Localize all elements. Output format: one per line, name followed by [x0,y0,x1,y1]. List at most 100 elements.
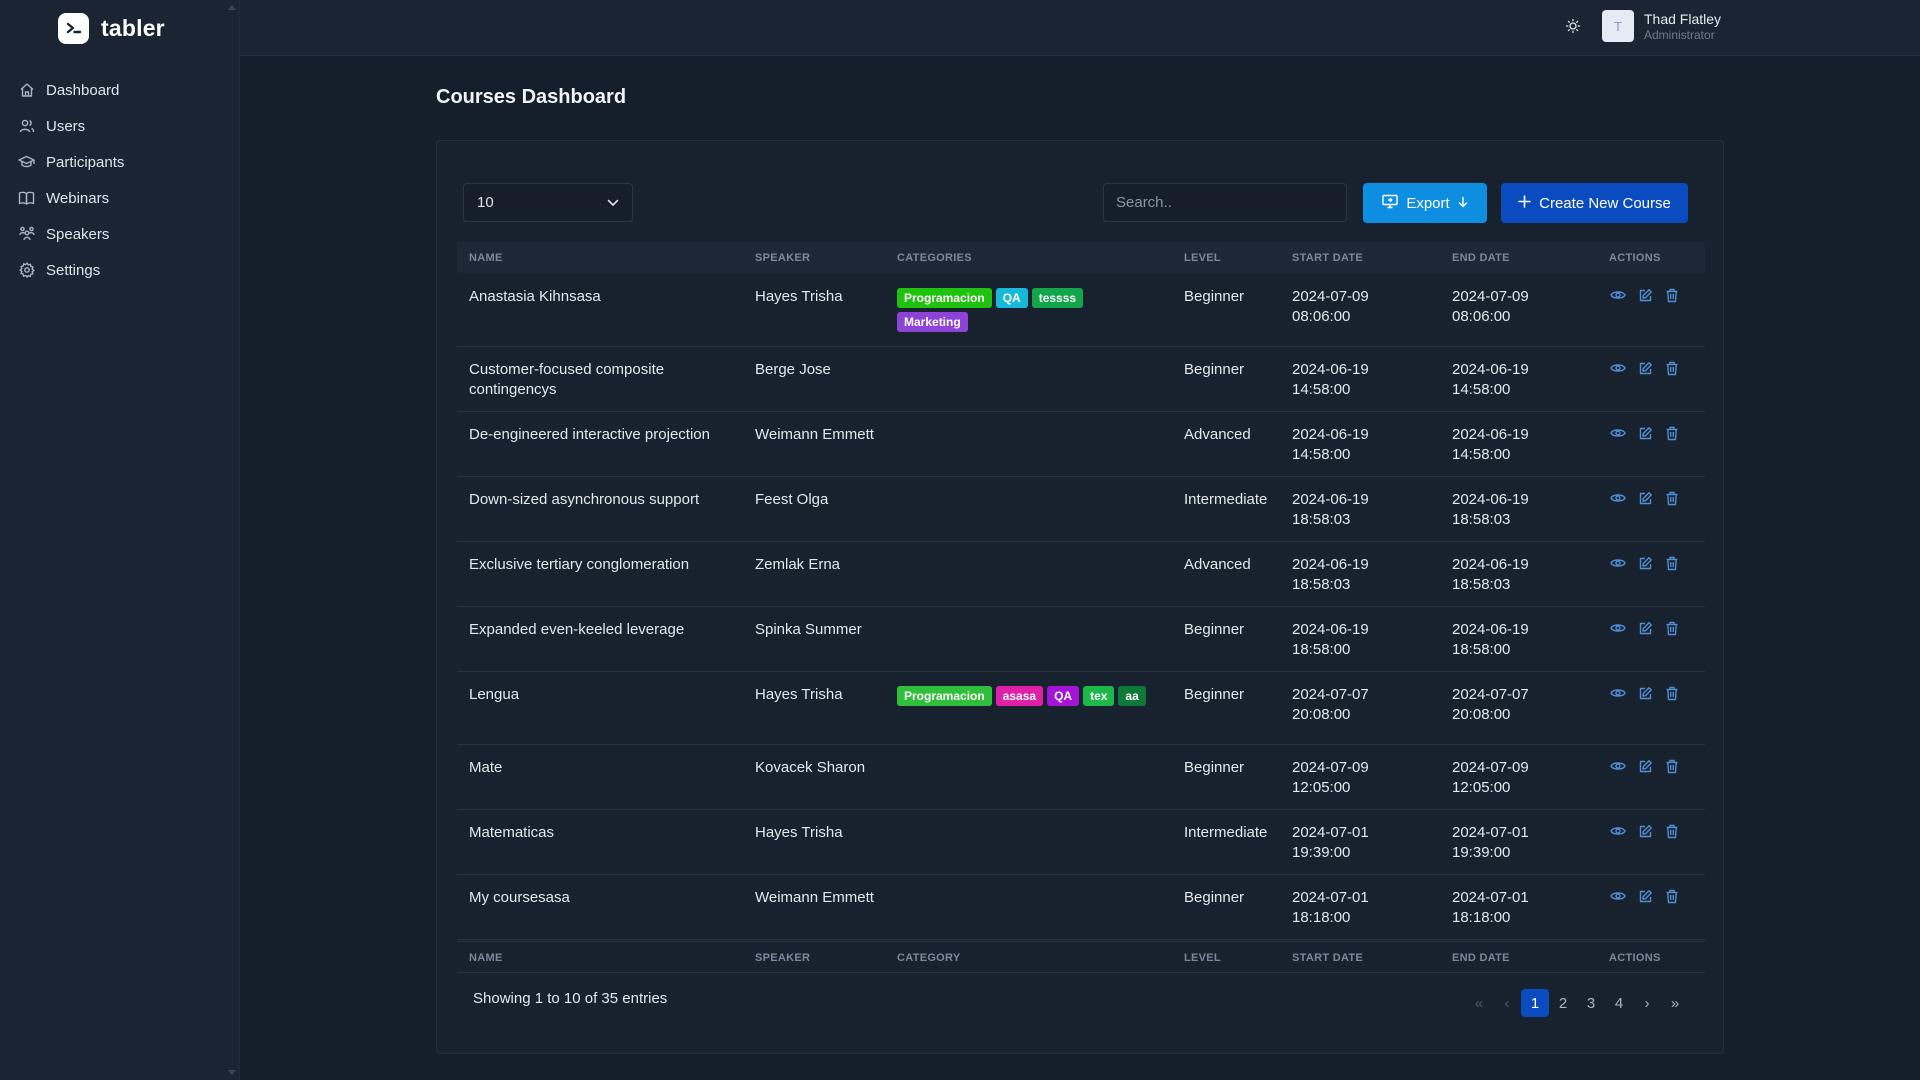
sidebar-item-settings[interactable]: Settings [0,252,240,288]
users-icon [18,118,35,135]
view-eye-icon[interactable] [1609,424,1627,442]
row-actions [1609,286,1681,304]
course-end-date: 2024-07-07 20:08:00 [1452,685,1562,725]
view-eye-icon[interactable] [1609,489,1627,507]
page-button-2[interactable]: 2 [1549,989,1577,1017]
course-name: Customer-focused composite contingencys [469,361,665,398]
first-page-button[interactable]: « [1465,989,1493,1017]
end-time: 12:05:00 [1452,779,1511,796]
export-button[interactable]: Export [1363,183,1487,223]
sidebar-item-participants[interactable]: Participants [0,144,240,180]
footer-column-actions: ACTIONS [1609,952,1661,964]
course-speaker: Berge Jose [755,361,831,378]
plus-icon [1518,194,1531,212]
column-header-level[interactable]: LEVEL [1184,242,1221,274]
sun-icon [1565,18,1581,38]
column-header-speaker[interactable]: SPEAKER [755,242,810,274]
tabler-logo-icon [58,12,89,44]
delete-trash-icon[interactable] [1663,489,1681,507]
arrow-down-icon [1458,195,1468,212]
edit-icon[interactable] [1636,489,1654,507]
start-time: 18:58:03 [1292,576,1351,593]
page-button-3[interactable]: 3 [1577,989,1605,1017]
user-menu[interactable]: T Thad Flatley Administrator [1602,10,1721,42]
sidebar-item-users[interactable]: Users [0,108,240,144]
start-time: 19:39:00 [1292,844,1351,861]
row-actions [1609,554,1681,572]
delete-trash-icon[interactable] [1663,359,1681,377]
delete-trash-icon[interactable] [1663,286,1681,304]
next-page-button[interactable]: › [1633,989,1661,1017]
view-eye-icon[interactable] [1609,822,1627,840]
end-date: 2024-06-19 [1452,491,1529,508]
page-button-4[interactable]: 4 [1605,989,1633,1017]
sidebar-scroll-down[interactable] [228,1070,236,1075]
table-row: Matematicas Hayes Trisha Intermediate 2024-… [457,810,1705,875]
course-level: Beginner [1184,361,1245,378]
edit-icon[interactable] [1636,887,1654,905]
edit-icon[interactable] [1636,359,1654,377]
column-header-categories[interactable]: CATEGORIES [897,242,972,274]
page-button-1[interactable]: 1 [1521,989,1549,1017]
top-header: T Thad Flatley Administrator [240,0,1920,56]
delete-trash-icon[interactable] [1663,554,1681,572]
start-time: 18:58:03 [1292,511,1351,528]
view-eye-icon[interactable] [1609,554,1627,572]
edit-icon[interactable] [1636,619,1654,637]
edit-icon[interactable] [1636,286,1654,304]
search-input[interactable] [1103,183,1347,222]
delete-trash-icon[interactable] [1663,757,1681,775]
delete-trash-icon[interactable] [1663,822,1681,840]
start-date: 2024-06-19 [1292,621,1369,638]
sidebar-item-speakers[interactable]: Speakers [0,216,240,252]
course-end-date: 2024-07-09 08:06:00 [1452,287,1562,327]
view-eye-icon[interactable] [1609,887,1627,905]
course-end-date: 2024-06-19 14:58:00 [1452,425,1562,465]
column-header-start-date[interactable]: START DATE [1292,242,1363,274]
sidebar: tabler Dashboard Users Participants Webi… [0,0,240,1080]
category-badge: tessss [1031,288,1084,308]
last-page-button[interactable]: » [1661,989,1689,1017]
create-new-course-button[interactable]: Create New Course [1501,183,1688,223]
start-time: 14:58:00 [1292,381,1351,398]
course-name: Lengua [469,686,520,703]
edit-icon[interactable] [1636,757,1654,775]
prev-page-button[interactable]: ‹ [1493,989,1521,1017]
view-eye-icon[interactable] [1609,286,1627,304]
course-start-date: 2024-06-19 18:58:03 [1292,555,1402,595]
edit-icon[interactable] [1636,822,1654,840]
edit-icon[interactable] [1636,424,1654,442]
book-icon [18,190,35,207]
theme-toggle-button[interactable] [1562,17,1584,39]
view-eye-icon[interactable] [1609,619,1627,637]
user-name: Thad Flatley [1644,10,1722,27]
column-header-end-date[interactable]: END DATE [1452,242,1510,274]
sidebar-item-webinars[interactable]: Webinars [0,180,240,216]
delete-trash-icon[interactable] [1663,684,1681,702]
view-eye-icon[interactable] [1609,757,1627,775]
start-date: 2024-06-19 [1292,361,1369,378]
end-date: 2024-06-19 [1452,556,1529,573]
course-name: Expanded even-keeled leverage [469,621,685,638]
entries-per-page-select[interactable]: 10 [463,183,633,222]
view-eye-icon[interactable] [1609,684,1627,702]
delete-trash-icon[interactable] [1663,619,1681,637]
start-time: 14:58:00 [1292,446,1351,463]
course-categories: Programacion QA tessss Marketing [897,288,1147,332]
column-header-name[interactable]: NAME [469,242,503,274]
brand[interactable]: tabler [58,12,165,44]
row-actions [1609,684,1681,702]
course-level: Beginner [1184,889,1245,906]
category-badge: Programacion [897,686,992,706]
view-eye-icon[interactable] [1609,359,1627,377]
delete-trash-icon[interactable] [1663,887,1681,905]
edit-icon[interactable] [1636,554,1654,572]
course-speaker: Weimann Emmett [755,426,874,443]
table-row: Anastasia Kihnsasa Hayes Trisha Programaci… [457,274,1705,347]
edit-icon[interactable] [1636,684,1654,702]
sidebar-scroll-up[interactable] [228,5,236,10]
brand-name: tabler [101,14,165,41]
category-badge: QA [995,288,1028,308]
sidebar-item-dashboard[interactable]: Dashboard [0,72,240,108]
delete-trash-icon[interactable] [1663,424,1681,442]
